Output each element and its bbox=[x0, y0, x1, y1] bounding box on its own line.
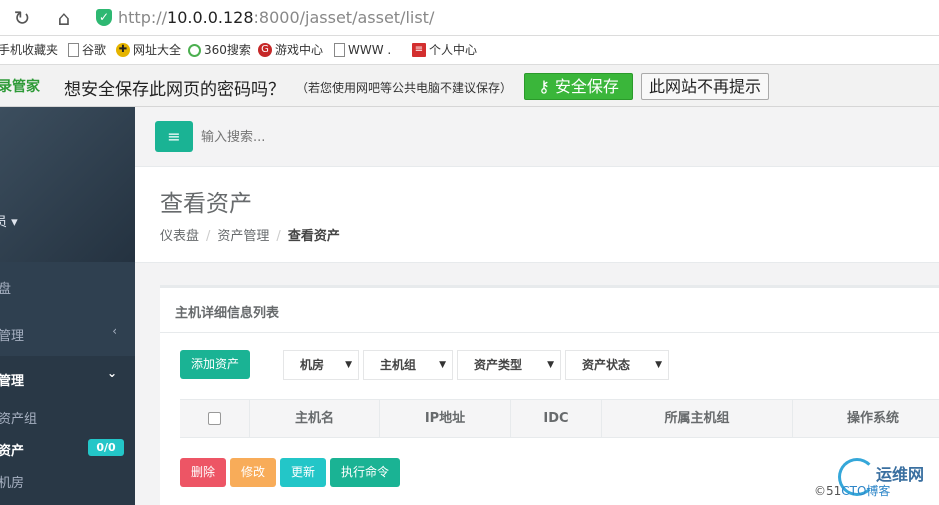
chevron-down-icon: ⌄ bbox=[106, 366, 117, 380]
bookmark-item[interactable]: WWW . bbox=[334, 42, 391, 58]
caret-down-icon: ▼ bbox=[345, 360, 352, 370]
panel-title: 主机详细信息列表 bbox=[175, 306, 280, 321]
bookmark-item[interactable]: 手机收藏夹 bbox=[0, 42, 58, 58]
menu-toggle-button[interactable]: ≡ bbox=[155, 121, 193, 152]
bookmark-item[interactable]: G 游戏中心 bbox=[258, 42, 323, 58]
secure-save-button[interactable]: ⚷ 安全保存 bbox=[524, 73, 633, 100]
search-input[interactable] bbox=[201, 124, 501, 150]
home-icon[interactable]: ⌂ bbox=[52, 6, 76, 30]
breadcrumb: 仪表盘 / 资产管理 / 查看资产 bbox=[160, 229, 340, 244]
column-header-hostgroup[interactable]: 所属主机组 bbox=[602, 400, 793, 437]
never-prompt-button[interactable]: 此网站不再提示 bbox=[641, 73, 769, 100]
column-header-idc[interactable]: IDC bbox=[511, 400, 602, 437]
address-bar: ↻ ⌂ ✓ http://10.0.0.128:8000/jasset/asse… bbox=[0, 0, 939, 36]
table-header: 主机名 IP地址 IDC 所属主机组 操作系统 bbox=[180, 399, 939, 438]
hamburger-icon: ≡ bbox=[167, 127, 181, 146]
page-icon bbox=[334, 43, 345, 57]
game-center-icon: G bbox=[258, 43, 272, 57]
breadcrumb-asset-management[interactable]: 资产管理 bbox=[217, 229, 269, 244]
screen: ↻ ⌂ ✓ http://10.0.0.128:8000/jasset/asse… bbox=[0, 0, 939, 505]
sidebar-subitem-idc[interactable]: 机房 bbox=[0, 467, 135, 495]
delete-button[interactable]: 删除 bbox=[180, 458, 226, 487]
column-header-hostname[interactable]: 主机名 bbox=[250, 400, 380, 437]
column-header-os[interactable]: 操作系统 bbox=[793, 400, 939, 437]
shield-icon: ✓ bbox=[96, 9, 112, 26]
asset-count-badge: 0/0 bbox=[88, 439, 124, 456]
page-heading: 查看资产 仪表盘 / 资产管理 / 查看资产 bbox=[135, 167, 939, 263]
sidebar-subitem-assets[interactable]: 资产 0/0 bbox=[0, 435, 135, 461]
site-directory-icon: ✚ bbox=[116, 43, 130, 57]
select-all-checkbox[interactable] bbox=[208, 412, 221, 425]
chevron-left-icon: ‹ bbox=[112, 324, 117, 338]
personal-center-icon: ≡ bbox=[412, 43, 426, 57]
sidebar-subitem-asset-group[interactable]: 资产组 bbox=[0, 403, 135, 431]
edit-button[interactable]: 修改 bbox=[230, 458, 276, 487]
execute-command-button[interactable]: 执行命令 bbox=[330, 458, 400, 487]
profile-area: 员 ▾ bbox=[0, 107, 135, 262]
bookmark-item[interactable]: ✚ 网址大全 bbox=[116, 42, 181, 58]
bookmark-item[interactable]: ≡ 个人中心 bbox=[412, 42, 477, 58]
key-icon: ⚷ bbox=[538, 77, 555, 96]
breadcrumb-dashboard[interactable]: 仪表盘 bbox=[160, 229, 199, 244]
bookmark-item[interactable]: 谷歌 bbox=[68, 42, 106, 58]
select-all-cell bbox=[180, 400, 250, 437]
breadcrumb-current: 查看资产 bbox=[287, 229, 340, 244]
caret-down-icon: ▼ bbox=[547, 360, 554, 370]
add-asset-button[interactable]: 添加资产 bbox=[180, 350, 250, 379]
reload-icon[interactable]: ↻ bbox=[10, 6, 34, 30]
update-button[interactable]: 更新 bbox=[280, 458, 326, 487]
filter-idc-select[interactable]: 机房 ▼ bbox=[283, 350, 359, 380]
page-icon bbox=[68, 43, 79, 57]
caret-down-icon: ▼ bbox=[439, 360, 446, 370]
bookmarks-bar: 手机收藏夹 谷歌 ✚ 网址大全 360搜索 G 游戏中心 WWW . ≡ 个人中心 bbox=[0, 36, 939, 65]
watermark-subtitle: ©51CTO博客 bbox=[814, 484, 891, 498]
bookmark-item[interactable]: 360搜索 bbox=[188, 42, 251, 58]
sidebar-item-user-management[interactable]: 管理 ‹ bbox=[0, 310, 135, 356]
filter-asset-status-select[interactable]: 资产状态 ▼ bbox=[565, 350, 669, 380]
filter-hostgroup-select[interactable]: 主机组 ▼ bbox=[363, 350, 453, 380]
password-save-note: （若您使用网吧等公共电脑不建议保存） bbox=[296, 81, 513, 95]
top-navbar: ≡ bbox=[135, 107, 939, 167]
column-header-ip[interactable]: IP地址 bbox=[380, 400, 511, 437]
profile-dropdown[interactable]: 员 ▾ bbox=[0, 211, 18, 230]
watermark: 运维网 ©51CTO博客 bbox=[812, 452, 937, 502]
sidebar-item-asset-management[interactable]: 管理 ⌄ bbox=[0, 356, 135, 398]
password-manager-brand: 录管家 bbox=[0, 79, 40, 95]
sidebar: 员 ▾ 盘 管理 ‹ 管理 ⌄ 资产组 资产 0/0 机房 bbox=[0, 107, 135, 505]
page-title: 查看资产 bbox=[160, 191, 252, 217]
filter-asset-type-select[interactable]: 资产类型 ▼ bbox=[457, 350, 561, 380]
password-save-bar: 录管家 想安全保存此网页的密码吗？ （若您使用网吧等公共电脑不建议保存） ⚷ 安… bbox=[0, 65, 939, 107]
sidebar-item-dashboard[interactable]: 盘 bbox=[0, 262, 135, 310]
panel-header: 主机详细信息列表 bbox=[160, 288, 939, 333]
360-search-icon bbox=[188, 43, 201, 57]
url-field[interactable]: http://10.0.0.128:8000/jasset/asset/list… bbox=[118, 7, 434, 29]
password-save-question: 想安全保存此网页的密码吗？ bbox=[64, 80, 285, 100]
caret-down-icon: ▼ bbox=[655, 360, 662, 370]
